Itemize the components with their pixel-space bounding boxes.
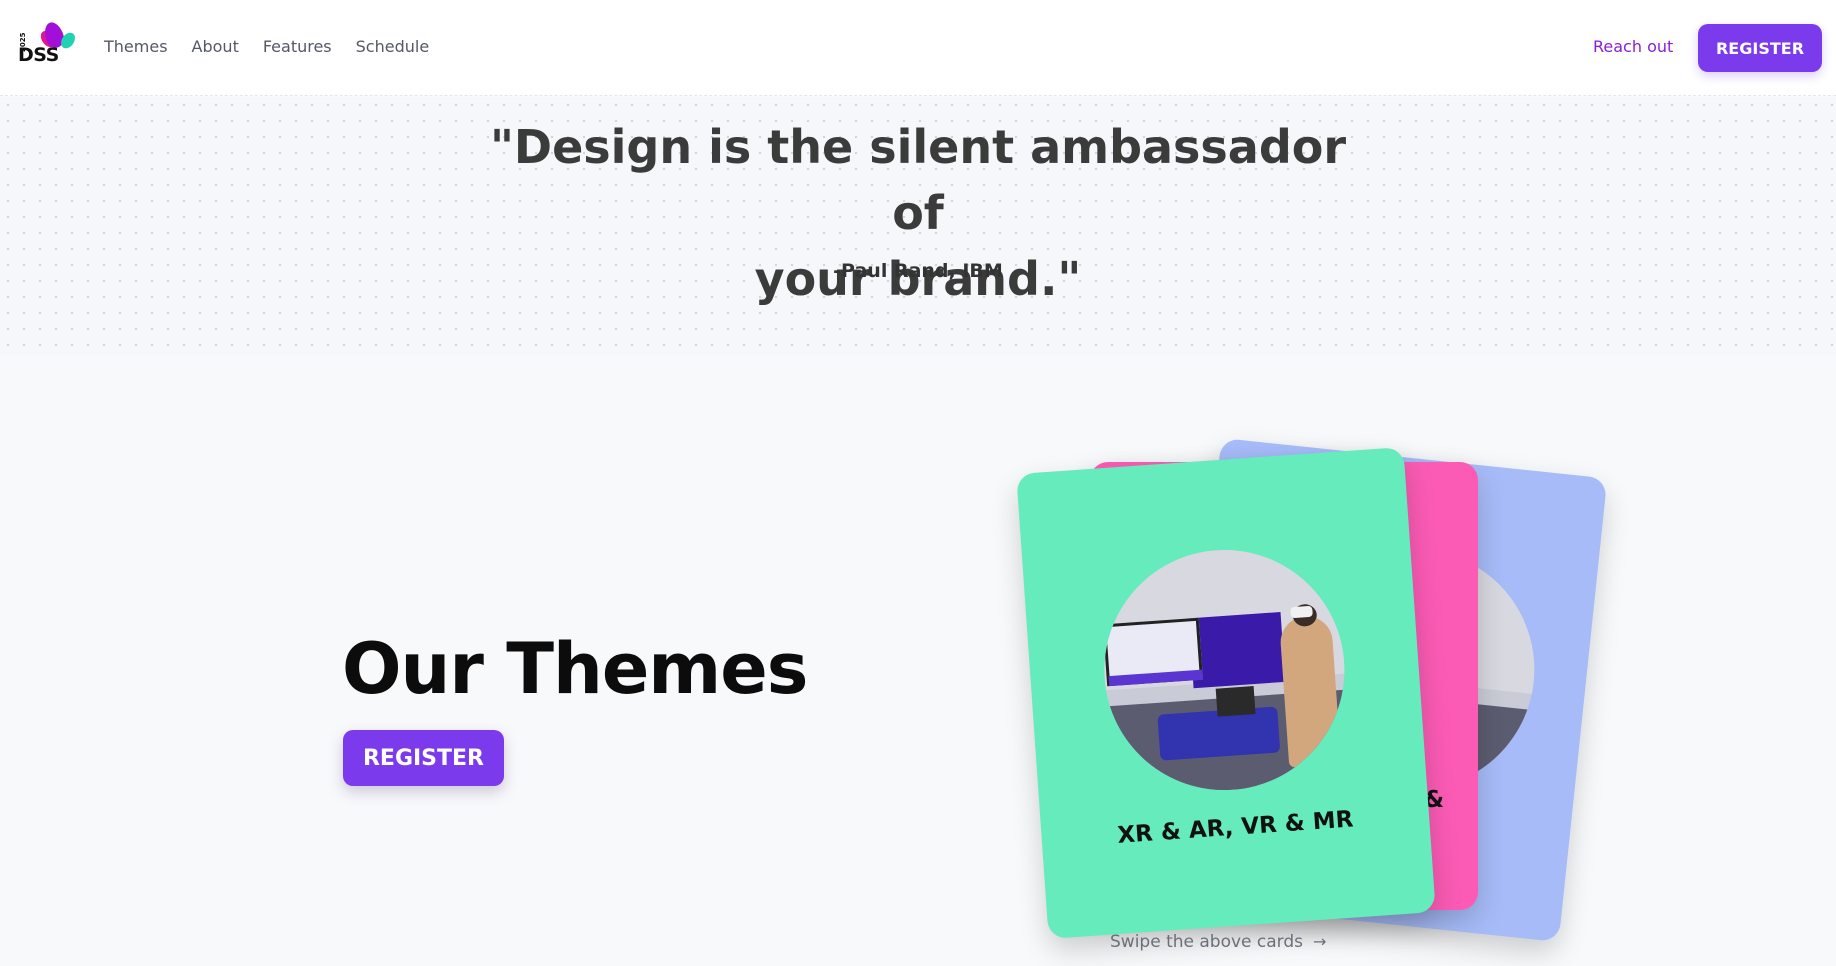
main-nav: Themes About Features Schedule (104, 37, 429, 56)
nav-item-themes[interactable]: Themes (104, 37, 168, 56)
nav-item-schedule[interactable]: Schedule (356, 37, 430, 56)
logo-text: DSS (18, 44, 59, 66)
header-register-button[interactable]: REGISTER (1698, 24, 1822, 72)
nav-item-features[interactable]: Features (263, 37, 332, 56)
theme-card-caption: XR & AR, VR & MR (1116, 806, 1355, 849)
theme-card-front[interactable]: XR & AR, VR & MR (1016, 447, 1436, 939)
swipe-hint: Swipe the above cards → (1110, 932, 1326, 952)
reach-out-link[interactable]: Reach out (1593, 37, 1673, 56)
themes-heading: Our Themes (342, 628, 808, 710)
quote-text: "Design is the silent ambassador of your… (468, 114, 1368, 312)
arrow-right-icon: → (1313, 932, 1327, 951)
site-header: 2025 DSS Themes About Features Schedule … (0, 0, 1836, 96)
themes-register-button[interactable]: REGISTER (343, 730, 504, 786)
nav-item-about[interactable]: About (192, 37, 239, 56)
theme-card-photo (1096, 541, 1353, 799)
quote-author: -Paul Rand, IBM (833, 260, 1003, 282)
swipe-hint-text: Swipe the above cards (1110, 932, 1304, 952)
quote-line-1: "Design is the silent ambassador of (489, 120, 1347, 240)
dss-logo[interactable]: 2025 DSS (18, 19, 80, 70)
